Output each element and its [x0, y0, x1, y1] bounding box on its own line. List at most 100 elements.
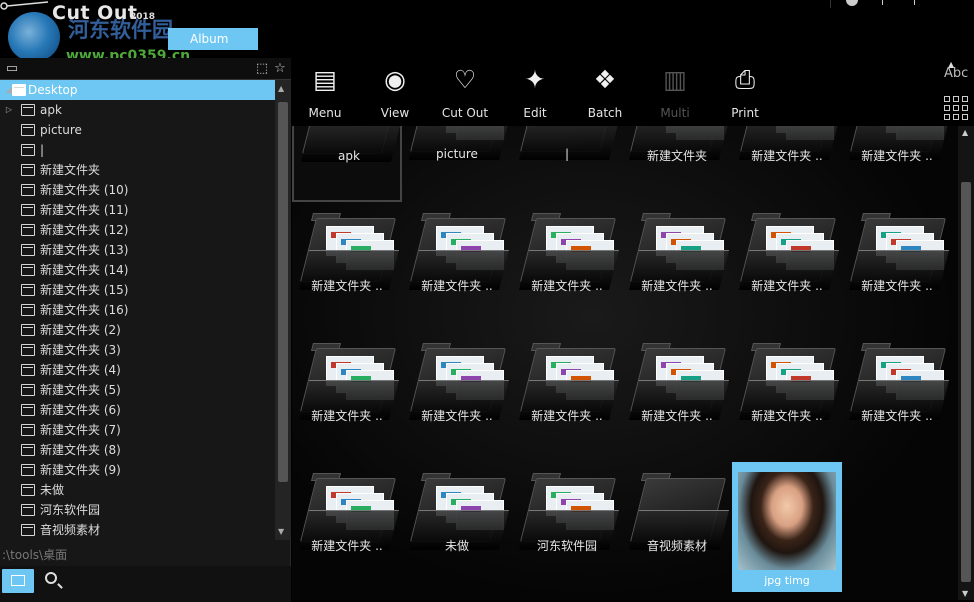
tree-item[interactable]: picture	[0, 120, 275, 140]
folder-thumbnail[interactable]: 新建文件夹 ..	[292, 462, 402, 592]
tree-item[interactable]: |	[0, 140, 275, 160]
tree-item[interactable]: 未做	[0, 480, 275, 500]
toolbar-view-button[interactable]: ◉ View	[363, 64, 427, 122]
folder-thumbnail[interactable]: 新建文件夹 ..	[622, 332, 732, 462]
folder-thumbnail[interactable]: 新建文件夹 ..	[622, 202, 732, 332]
scroll-up-icon[interactable]: ▲	[278, 84, 284, 93]
folder-thumbnail[interactable]: 新建文件夹	[622, 126, 732, 202]
scroll-up-icon[interactable]: ▲	[962, 128, 968, 137]
folder-thumbnail[interactable]: 新建文件夹 ..	[732, 332, 842, 462]
folder-icon	[21, 404, 35, 416]
folder-thumbnail[interactable]: 未做	[402, 462, 512, 592]
folder-thumbnail[interactable]: 新建文件夹 ..	[402, 332, 512, 462]
folder-icon	[21, 124, 35, 136]
folder-thumbnail[interactable]: 河东软件园	[512, 462, 622, 592]
tree-item[interactable]: 新建文件夹 (16)	[0, 300, 275, 320]
folder-thumbnail[interactable]: 新建文件夹 ..	[732, 126, 842, 202]
tree-item-label: 新建文件夹 (6)	[40, 403, 121, 417]
toolbar-button-label: Print	[731, 106, 759, 120]
toolbar-multi-button[interactable]: ▥ Multi	[643, 64, 707, 122]
folder-thumbnail[interactable]: 新建文件夹 ..	[292, 202, 402, 332]
tree-item[interactable]: 新建文件夹 (9)	[0, 460, 275, 480]
folder-thumbnail[interactable]: 新建文件夹 ..	[512, 202, 622, 332]
tree-item[interactable]: 新建文件夹 (8)	[0, 440, 275, 460]
thumbnail-scroll-thumb[interactable]	[961, 182, 971, 582]
tree-item[interactable]: 新建文件夹 (13)	[0, 240, 275, 260]
tree-item[interactable]: 新建文件夹 (6)	[0, 400, 275, 420]
search-button[interactable]	[42, 570, 64, 592]
folder-icon	[21, 424, 35, 436]
folder-thumbnail[interactable]: 新建文件夹 ..	[732, 202, 842, 332]
thumbnail-scrollbar[interactable]: ▲ ▼	[958, 126, 974, 600]
folder-thumbnail[interactable]: apk	[292, 126, 402, 202]
folder-icon	[21, 204, 35, 216]
multi-pages-icon: ▥	[663, 65, 687, 94]
tree-item[interactable]: 新建文件夹 (15)	[0, 280, 275, 300]
grid-view-icon[interactable]	[944, 96, 970, 122]
thumbnail-caption: 新建文件夹 ..	[311, 409, 383, 423]
scroll-down-icon[interactable]: ▼	[962, 589, 968, 598]
tree-item-label: 新建文件夹 (8)	[40, 443, 121, 457]
stack-icon: ❖	[593, 65, 617, 94]
thumbnail-caption: 新建文件夹 ..	[421, 279, 493, 293]
new-folder-icon[interactable]: ⬚	[254, 61, 270, 77]
tree-item[interactable]: 新建文件夹 (10)	[0, 180, 275, 200]
path-bar: :\tools\桌面	[2, 548, 68, 562]
thumbnail-caption: 新建文件夹 ..	[531, 409, 603, 423]
tree-item[interactable]: 新建文件夹	[0, 160, 275, 180]
folder-thumbnail[interactable]: 新建文件夹 ..	[512, 332, 622, 462]
folder-thumbnail[interactable]: 新建文件夹 ..	[292, 332, 402, 462]
folder-thumbnail[interactable]: 新建文件夹 ..	[402, 202, 512, 332]
toolbar-cut-out-button[interactable]: ♡ Cut Out	[433, 64, 497, 122]
tree-item[interactable]: 新建文件夹 (4)	[0, 360, 275, 380]
folder-up-icon[interactable]: ▭	[4, 61, 20, 77]
tree-item[interactable]: 新建文件夹 (3)	[0, 340, 275, 360]
toolbar-menu-button[interactable]: ▤ Menu	[293, 64, 357, 122]
sort-by-name-button[interactable]: Abc	[944, 66, 968, 81]
scroll-down-icon[interactable]: ▼	[278, 527, 284, 536]
tree-item-desktop[interactable]: ◢ Desktop	[0, 80, 275, 100]
folder-thumbnail[interactable]: 新建文件夹 ..	[842, 126, 952, 202]
panel-bottom-bar	[0, 566, 291, 602]
folder-icon	[21, 384, 35, 396]
thumbnail-caption: 新建文件夹 ..	[751, 409, 823, 423]
toolbar-button-label: Multi	[660, 106, 690, 120]
tree-item[interactable]: 新建文件夹 (7)	[0, 420, 275, 440]
toolbar-print-button[interactable]: ⎙ Print	[713, 64, 777, 122]
folder-icon	[21, 364, 35, 376]
folder-icon	[21, 284, 35, 296]
tree-item[interactable]: 新建文件夹 (14)	[0, 260, 275, 280]
favorite-star-icon[interactable]: ☆	[272, 61, 288, 77]
tree-item[interactable]: 新建文件夹 (5)	[0, 380, 275, 400]
close-button[interactable]	[914, 0, 915, 5]
tree-item[interactable]: 新建文件夹 (2)	[0, 320, 275, 340]
tree-item[interactable]: 音视频素材	[0, 520, 275, 540]
tree-item[interactable]: 新建文件夹 (11)	[0, 200, 275, 220]
folder-thumbnail[interactable]: |	[512, 126, 622, 202]
folder-thumbnail[interactable]: 新建文件夹 ..	[842, 202, 952, 332]
album-tab[interactable]: Album	[168, 28, 258, 50]
thumbnail-caption: 河东软件园	[536, 539, 597, 553]
toolbar-button-label: Cut Out	[441, 106, 489, 120]
tree-item[interactable]: 新建文件夹 (12)	[0, 220, 275, 240]
tree-item-label: 新建文件夹 (15)	[40, 283, 129, 297]
photo-thumbnail[interactable]: jpg timg	[732, 462, 842, 592]
tree-item-label: 新建文件夹 (10)	[40, 183, 129, 197]
printer-icon: ⎙	[734, 65, 755, 94]
tree-scrollbar[interactable]: ▲ ▼	[275, 80, 291, 540]
folder-icon	[21, 324, 35, 336]
toolbar-button-label: View	[380, 106, 410, 120]
folder-view-button[interactable]	[2, 569, 34, 593]
folder-thumbnail[interactable]: picture	[402, 126, 512, 202]
tree-item[interactable]: 河东软件园	[0, 500, 275, 520]
minimize-button[interactable]	[882, 0, 883, 5]
thumbnail-caption: 新建文件夹 ..	[311, 279, 383, 293]
tree-scroll-thumb[interactable]	[278, 102, 288, 482]
folder-thumbnail[interactable]: 新建文件夹 ..	[842, 332, 952, 462]
thumbnail-caption: picture	[436, 147, 478, 161]
toolbar-batch-button[interactable]: ❖ Batch	[573, 64, 637, 122]
toolbar-edit-button[interactable]: ✦ Edit	[503, 64, 567, 122]
expand-icon[interactable]: ▷	[4, 100, 14, 120]
tree-item[interactable]: ▷ apk	[0, 100, 275, 120]
folder-thumbnail[interactable]: 音视频素材	[622, 462, 732, 592]
